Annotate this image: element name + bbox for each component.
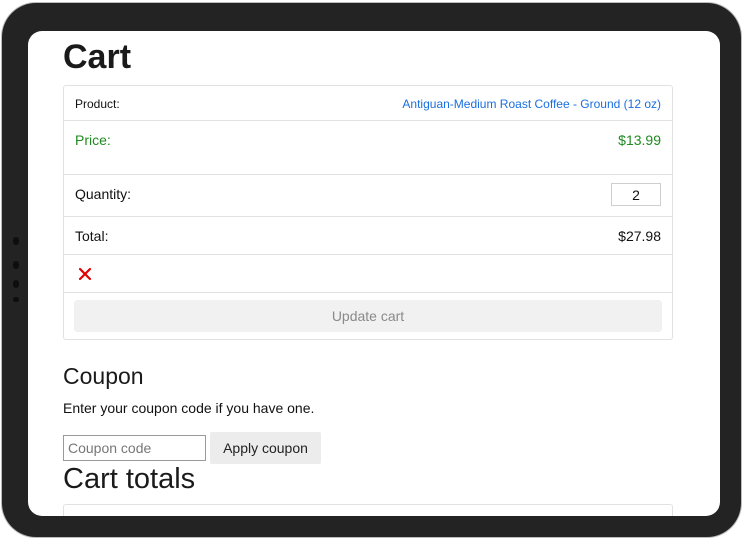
cart-table: Product: Antiguan-Medium Roast Coffee - … [63, 85, 673, 340]
screen: Cart Product: Antiguan-Medium Roast Coff… [28, 31, 720, 516]
coupon-description: Enter your coupon code if you have one. [63, 400, 315, 416]
update-cart-button[interactable]: Update cart [74, 300, 662, 332]
page-title: Cart [63, 38, 132, 76]
remove-row [64, 255, 672, 293]
total-row: Total: $27.98 [64, 217, 672, 255]
price-row: Price: $13.99 [64, 121, 672, 175]
total-label: Total: [75, 228, 109, 244]
quantity-row: Quantity: [64, 175, 672, 217]
sensor-dot [13, 261, 19, 269]
cart-totals-heading: Cart totals [63, 463, 196, 495]
total-value: $27.98 [618, 228, 661, 244]
quantity-label: Quantity: [75, 186, 132, 202]
apply-coupon-button[interactable]: Apply coupon [210, 432, 321, 464]
quantity-input[interactable] [611, 183, 661, 206]
price-value: $13.99 [618, 132, 661, 148]
sensor-dot [13, 280, 19, 288]
product-label: Product: [75, 97, 120, 111]
cart-totals-table [63, 504, 673, 516]
coupon-code-input[interactable] [63, 435, 206, 461]
tablet-frame: Cart Product: Antiguan-Medium Roast Coff… [2, 3, 741, 537]
close-x-icon[interactable] [78, 267, 92, 281]
coupon-heading: Coupon [63, 363, 144, 389]
product-row: Product: Antiguan-Medium Roast Coffee - … [64, 86, 672, 121]
product-link[interactable]: Antiguan-Medium Roast Coffee - Ground (1… [402, 97, 661, 111]
price-label: Price: [75, 132, 111, 148]
sensor-dot [13, 297, 19, 302]
camera-dot [13, 237, 19, 245]
